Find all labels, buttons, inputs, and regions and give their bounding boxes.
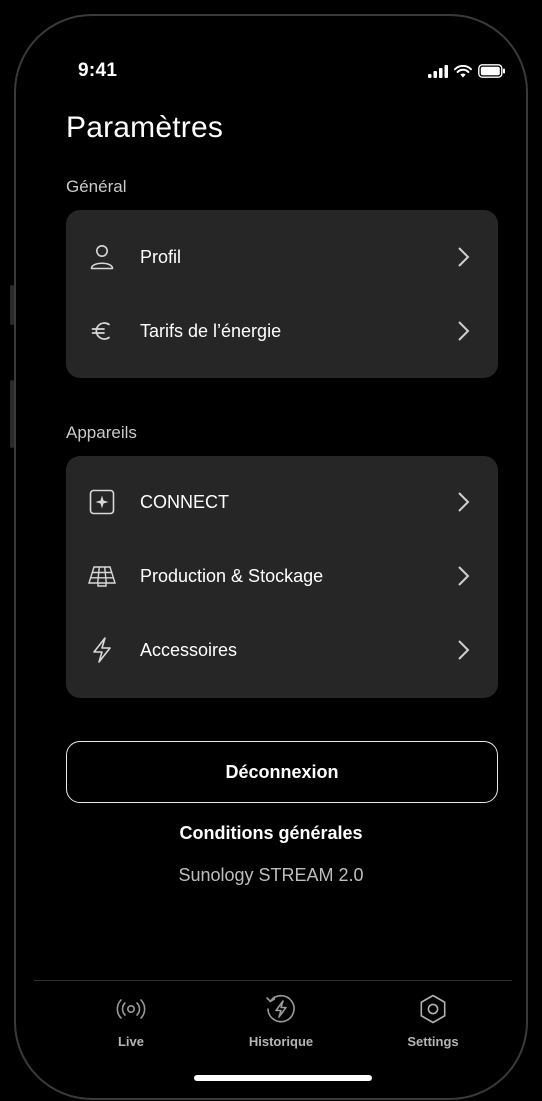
settings-item-label: CONNECT xyxy=(140,491,229,512)
settings-item-label: Accessoires xyxy=(140,639,238,660)
settings-item-tarifs[interactable]: Tarifs de l’énergie xyxy=(66,294,498,368)
lightning-icon xyxy=(88,636,116,664)
chevron-right-icon xyxy=(458,321,470,341)
settings-item-accessoires[interactable]: Accessoires xyxy=(66,613,498,687)
settings-item-connect[interactable]: CONNECT xyxy=(66,465,498,539)
solar-panel-icon xyxy=(88,562,116,590)
app-version: Sunology STREAM 2.0 xyxy=(178,865,364,885)
card-appareils: CONNECT Production & Stockage Accessoire… xyxy=(66,456,498,698)
settings-item-label: Tarifs de l’énergie xyxy=(140,320,282,341)
tab-settings[interactable]: Settings xyxy=(378,992,488,1049)
home-indicator xyxy=(194,1075,372,1081)
tab-label: Historique xyxy=(248,1034,314,1049)
settings-item-label: Production & Stockage xyxy=(140,565,324,586)
chevron-right-icon xyxy=(458,492,470,512)
settings-item-label: Profil xyxy=(140,246,182,267)
tab-historique[interactable]: Historique xyxy=(226,992,336,1049)
person-icon xyxy=(88,243,116,271)
history-bolt-icon xyxy=(266,994,295,1023)
chevron-right-icon xyxy=(458,247,470,267)
phone-frame: 9:41 Paramètres Général Profil Tarifs de… xyxy=(14,14,528,1100)
chevron-right-icon xyxy=(458,640,470,660)
euro-icon xyxy=(88,317,116,345)
tab-live[interactable]: Live xyxy=(76,992,186,1049)
status-time: 9:41 xyxy=(78,60,118,81)
card-general: Profil Tarifs de l’énergie xyxy=(66,210,498,378)
status-bar: 9:41 xyxy=(16,60,526,88)
logout-button[interactable]: Déconnexion xyxy=(66,741,498,803)
tab-label: Settings xyxy=(407,1034,459,1049)
settings-item-profil[interactable]: Profil xyxy=(66,220,498,294)
tab-label: Live xyxy=(117,1034,144,1049)
page-title: Paramètres xyxy=(66,111,224,144)
battery-icon xyxy=(478,64,505,78)
section-label-appareils: Appareils xyxy=(66,423,137,442)
gear-icon xyxy=(420,994,446,1024)
signal-icon xyxy=(428,64,448,78)
broadcast-icon xyxy=(116,999,146,1019)
tab-bar-divider xyxy=(34,980,512,981)
section-label-general: Général xyxy=(66,177,127,196)
connect-device-icon xyxy=(88,488,116,516)
wifi-icon xyxy=(454,64,472,77)
terms-link[interactable]: Conditions générales xyxy=(16,823,526,844)
settings-item-production-stockage[interactable]: Production & Stockage xyxy=(66,539,498,613)
status-icons xyxy=(428,64,506,78)
chevron-right-icon xyxy=(458,566,470,586)
